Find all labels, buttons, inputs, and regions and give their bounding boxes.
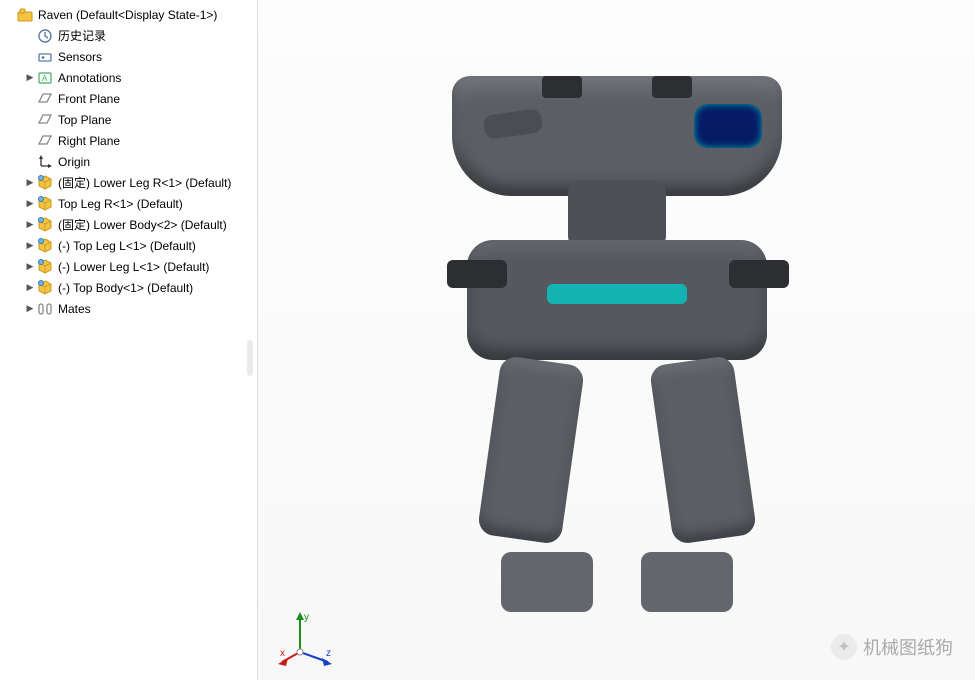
tree-item[interactable]: ▶ (固定) Lower Body<2> (Default) — [0, 214, 257, 235]
tree-item-label: Mates — [58, 302, 91, 316]
assembly-icon — [16, 6, 34, 24]
tree-root-label: Raven (Default<Display State-1>) — [38, 8, 217, 22]
axis-triad[interactable]: y x z — [278, 608, 338, 668]
history-icon — [36, 27, 54, 45]
tree-item-label: Top Plane — [58, 113, 111, 127]
model-raven-robot — [397, 60, 837, 620]
viewport-3d[interactable]: y x z ✦ 机械图纸狗 — [258, 0, 975, 680]
tree-item-label: 历史记录 — [58, 27, 106, 44]
part-icon — [36, 237, 54, 255]
tree-item-label: Right Plane — [58, 134, 120, 148]
watermark-text: 机械图纸狗 — [863, 634, 953, 660]
part-icon — [36, 279, 54, 297]
tree-item[interactable]: ▶ (-) Top Leg L<1> (Default) — [0, 235, 257, 256]
tree-item-label: (固定) Lower Body<2> (Default) — [58, 216, 227, 233]
tree-item[interactable]: ▶ Mates — [0, 298, 257, 319]
chevron-icon: ▶ — [24, 198, 36, 209]
tree-item-label: Front Plane — [58, 92, 120, 106]
part-icon — [36, 174, 54, 192]
chevron-icon: ▶ — [24, 282, 36, 293]
tree-item[interactable]: Top Plane — [0, 109, 257, 130]
svg-text:A: A — [42, 74, 48, 83]
axis-z-label: z — [326, 648, 331, 659]
tree-item[interactable]: ▶ (固定) Lower Leg R<1> (Default) — [0, 172, 257, 193]
wechat-icon: ✦ — [831, 634, 857, 660]
tree-item-label: Sensors — [58, 50, 102, 64]
tree-item[interactable]: Front Plane — [0, 88, 257, 109]
plane-icon — [36, 132, 54, 150]
part-icon — [36, 258, 54, 276]
tree-item-label: (-) Lower Leg L<1> (Default) — [58, 260, 209, 274]
tree-item-label: Origin — [58, 155, 90, 169]
chevron-icon: ▶ — [24, 261, 36, 272]
axis-y-label: y — [304, 612, 309, 623]
chevron-icon: ▶ — [24, 177, 36, 188]
tree-item-label: (固定) Lower Leg R<1> (Default) — [58, 174, 231, 191]
chevron-icon: ▶ — [24, 303, 36, 314]
tree-item-label: Top Leg R<1> (Default) — [58, 197, 183, 211]
tree-item-label: (-) Top Leg L<1> (Default) — [58, 239, 196, 253]
tree-item-label: Annotations — [58, 71, 121, 85]
annotation-icon: A — [36, 69, 54, 87]
tree-item[interactable]: ▶ A Annotations — [0, 67, 257, 88]
chevron-icon: ▶ — [24, 219, 36, 230]
feature-tree-panel[interactable]: Raven (Default<Display State-1>) 历史记录 Sen… — [0, 0, 258, 680]
tree-root[interactable]: Raven (Default<Display State-1>) — [0, 4, 257, 25]
axis-x-label: x — [280, 648, 285, 659]
plane-icon — [36, 111, 54, 129]
plane-icon — [36, 90, 54, 108]
tree-item[interactable]: Right Plane — [0, 130, 257, 151]
mates-icon — [36, 300, 54, 318]
origin-icon — [36, 153, 54, 171]
sensor-icon — [36, 48, 54, 66]
tree-item[interactable]: ▶ (-) Lower Leg L<1> (Default) — [0, 256, 257, 277]
watermark: ✦ 机械图纸狗 — [831, 634, 953, 660]
tree-item-label: (-) Top Body<1> (Default) — [58, 281, 193, 295]
tree-item[interactable]: 历史记录 — [0, 25, 257, 46]
part-icon — [36, 195, 54, 213]
tree-item[interactable]: ▶ Top Leg R<1> (Default) — [0, 193, 257, 214]
part-icon — [36, 216, 54, 234]
tree-item[interactable]: ▶ (-) Top Body<1> (Default) — [0, 277, 257, 298]
chevron-icon: ▶ — [24, 72, 36, 83]
tree-item[interactable]: Sensors — [0, 46, 257, 67]
chevron-icon: ▶ — [24, 240, 36, 251]
app-root: Raven (Default<Display State-1>) 历史记录 Sen… — [0, 0, 975, 680]
tree-item[interactable]: Origin — [0, 151, 257, 172]
